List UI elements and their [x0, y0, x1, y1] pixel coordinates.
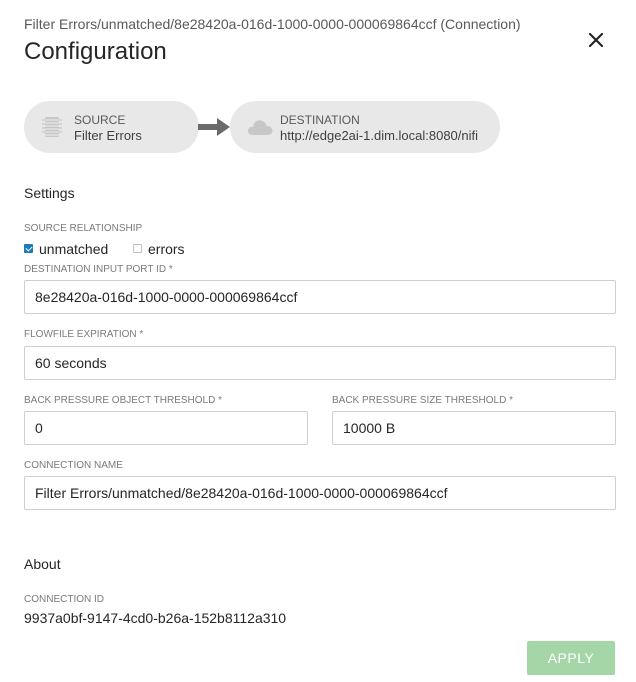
flowfile-expiration-input[interactable]: [24, 346, 616, 380]
connection-name-input[interactable]: [24, 476, 616, 510]
destination-pill: DESTINATION http://edge2ai-1.dim.local:8…: [230, 101, 500, 153]
dialog-title: Configuration: [24, 38, 167, 65]
back-pressure-object-threshold-input[interactable]: [24, 411, 308, 445]
destination-name: http://edge2ai-1.dim.local:8080/nifi: [280, 128, 479, 143]
source-kind-label: SOURCE: [74, 113, 126, 127]
checkbox-unchecked-icon[interactable]: [133, 244, 142, 253]
close-icon: [588, 32, 604, 48]
connection-name-label: CONNECTION NAME: [24, 460, 123, 471]
checkbox-label: unmatched: [39, 241, 109, 257]
about-heading: About: [24, 556, 61, 572]
destination-input-port-id-input[interactable]: [24, 280, 616, 314]
connection-id-value: 9937a0bf-9147-4cd0-b26a-152b8112a310: [24, 610, 287, 626]
dialog-subtitle: Filter Errors/unmatched/8e28420a-016d-10…: [24, 16, 521, 32]
cloud-icon: [247, 120, 273, 135]
checkbox-label: errors: [148, 241, 185, 257]
flow-arrow-icon: [198, 118, 230, 136]
settings-heading: Settings: [24, 185, 75, 201]
source-relationship-label: SOURCE RELATIONSHIP: [24, 223, 143, 234]
close-button[interactable]: [584, 28, 608, 52]
connection-id-label: CONNECTION ID: [24, 594, 104, 605]
flowfile-expiration-label: FLOWFILE EXPIRATION *: [24, 329, 144, 340]
source-name: Filter Errors: [74, 128, 142, 143]
back-pressure-object-threshold-label: BACK PRESSURE OBJECT THRESHOLD *: [24, 395, 223, 406]
apply-button[interactable]: APPLY: [527, 641, 615, 675]
checkbox-checked-icon[interactable]: [24, 244, 33, 253]
processor-chip-icon: [42, 117, 62, 137]
back-pressure-size-threshold-label: BACK PRESSURE SIZE THRESHOLD *: [332, 395, 513, 406]
source-pill: SOURCE Filter Errors: [24, 101, 199, 153]
connection-flow: SOURCE Filter Errors DESTINATION http://…: [24, 101, 504, 153]
destination-kind-label: DESTINATION: [280, 113, 360, 127]
destination-input-port-id-label: DESTINATION INPUT PORT ID *: [24, 264, 173, 275]
back-pressure-size-threshold-input[interactable]: [332, 411, 616, 445]
